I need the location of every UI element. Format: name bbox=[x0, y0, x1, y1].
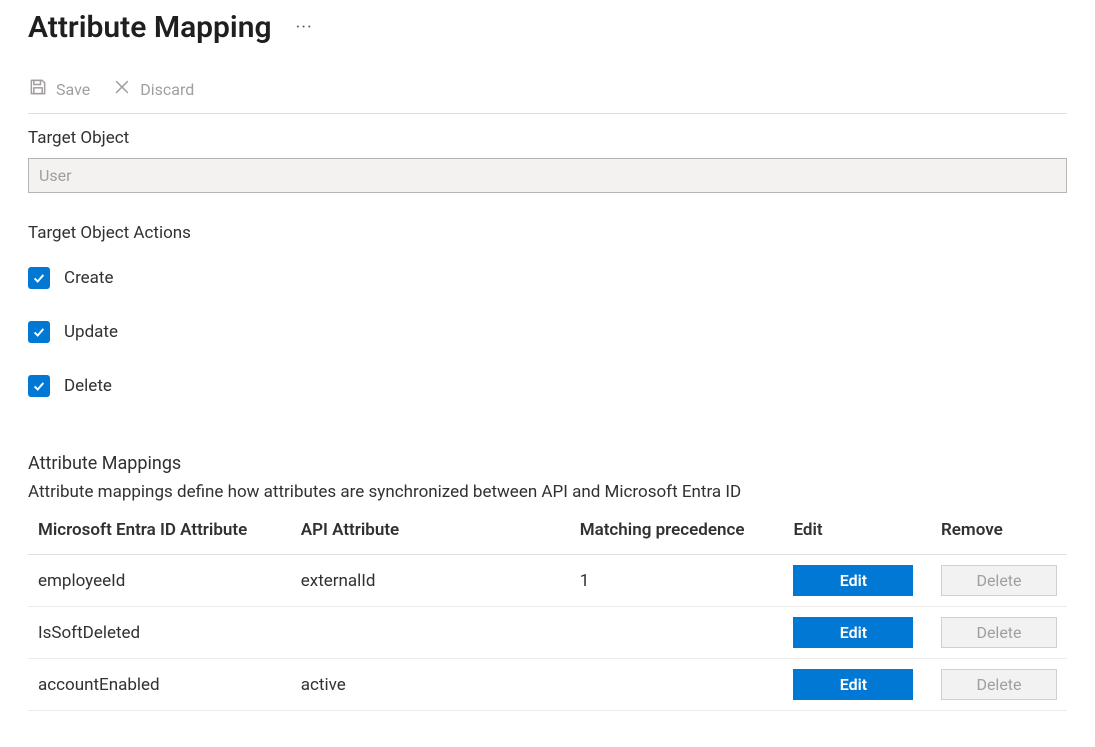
table-row: employeeId externalId 1 Edit Delete bbox=[28, 555, 1067, 607]
close-icon bbox=[112, 77, 132, 101]
page-header: Attribute Mapping ··· bbox=[28, 10, 1067, 45]
save-button[interactable]: Save bbox=[28, 77, 90, 101]
attribute-mappings-table: Microsoft Entra ID Attribute API Attribu… bbox=[28, 512, 1067, 711]
cell-entra: employeeId bbox=[28, 555, 291, 607]
column-header-entra: Microsoft Entra ID Attribute bbox=[28, 512, 291, 555]
delete-button[interactable]: Delete bbox=[941, 565, 1057, 596]
cell-match bbox=[570, 659, 784, 711]
edit-button[interactable]: Edit bbox=[793, 565, 913, 596]
page-title: Attribute Mapping bbox=[28, 10, 272, 45]
edit-button[interactable]: Edit bbox=[793, 669, 913, 700]
cell-api: externalId bbox=[291, 555, 570, 607]
column-header-api: API Attribute bbox=[291, 512, 570, 555]
column-header-match: Matching precedence bbox=[570, 512, 784, 555]
checkbox-label: Create bbox=[64, 268, 114, 288]
target-object-label: Target Object bbox=[28, 128, 1067, 148]
discard-button-label: Discard bbox=[140, 80, 194, 99]
checkbox-label: Delete bbox=[64, 376, 112, 396]
target-object-field: Target Object bbox=[28, 128, 1067, 193]
cell-match: 1 bbox=[570, 555, 784, 607]
cell-remove: Delete bbox=[931, 555, 1067, 607]
checkbox-checked-icon bbox=[28, 375, 50, 397]
checkbox-checked-icon bbox=[28, 267, 50, 289]
cell-match bbox=[570, 607, 784, 659]
checkbox-update[interactable]: Update bbox=[28, 321, 1067, 343]
target-actions-label: Target Object Actions bbox=[28, 223, 1067, 243]
toolbar: Save Discard bbox=[28, 77, 1067, 114]
edit-button[interactable]: Edit bbox=[793, 617, 913, 648]
cell-api: active bbox=[291, 659, 570, 711]
discard-button[interactable]: Discard bbox=[112, 77, 194, 101]
delete-button[interactable]: Delete bbox=[941, 617, 1057, 648]
cell-remove: Delete bbox=[931, 659, 1067, 711]
delete-button[interactable]: Delete bbox=[941, 669, 1057, 700]
cell-edit: Edit bbox=[783, 659, 931, 711]
table-row: IsSoftDeleted Edit Delete bbox=[28, 607, 1067, 659]
checkbox-checked-icon bbox=[28, 321, 50, 343]
checkbox-delete[interactable]: Delete bbox=[28, 375, 1067, 397]
save-icon bbox=[28, 77, 48, 101]
checkbox-create[interactable]: Create bbox=[28, 267, 1067, 289]
column-header-edit: Edit bbox=[783, 512, 931, 555]
save-button-label: Save bbox=[56, 80, 90, 99]
column-header-remove: Remove bbox=[931, 512, 1067, 555]
table-header-row: Microsoft Entra ID Attribute API Attribu… bbox=[28, 512, 1067, 555]
cell-api bbox=[291, 607, 570, 659]
attribute-mappings-title: Attribute Mappings bbox=[28, 453, 1067, 474]
cell-edit: Edit bbox=[783, 555, 931, 607]
table-row: accountEnabled active Edit Delete bbox=[28, 659, 1067, 711]
checkbox-label: Update bbox=[64, 322, 118, 342]
more-options-icon[interactable]: ··· bbox=[296, 17, 313, 38]
cell-entra: accountEnabled bbox=[28, 659, 291, 711]
cell-edit: Edit bbox=[783, 607, 931, 659]
attribute-mappings-description: Attribute mappings define how attributes… bbox=[28, 482, 1067, 502]
cell-remove: Delete bbox=[931, 607, 1067, 659]
cell-entra: IsSoftDeleted bbox=[28, 607, 291, 659]
target-object-input[interactable] bbox=[28, 158, 1067, 193]
target-actions-list: Create Update Delete bbox=[28, 267, 1067, 397]
